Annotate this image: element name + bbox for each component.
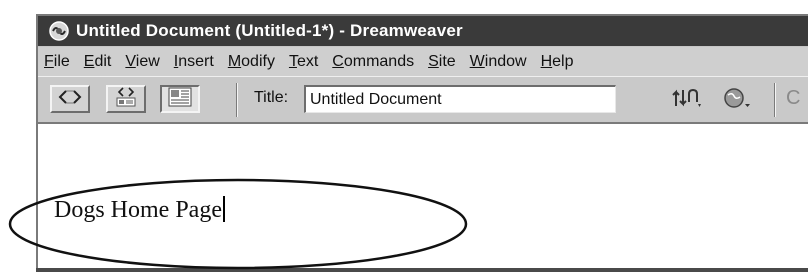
page-title-input[interactable] [304, 85, 616, 113]
file-management-icon [670, 86, 704, 115]
screenshot-page: Untitled Document (Untitled-1*) - Dreamw… [0, 0, 808, 272]
menu-mnemonic: C [332, 52, 344, 70]
menu-label-rest: dit [94, 52, 112, 70]
menu-item-edit[interactable]: Edit [84, 53, 112, 71]
title-field-label: Title: [254, 89, 289, 106]
menu-item-file[interactable]: File [44, 53, 70, 71]
menu-mnemonic: T [288, 52, 297, 70]
dreamweaver-logo-icon[interactable] [48, 20, 70, 42]
menu-item-insert[interactable]: Insert [174, 53, 214, 71]
menu-label-rest: iew [135, 52, 160, 70]
menu-label-rest: ile [53, 52, 70, 70]
design-view-button[interactable] [160, 85, 200, 113]
split-view-button[interactable] [106, 85, 146, 113]
menu-item-commands[interactable]: Commands [332, 53, 414, 71]
window-title: Untitled Document (Untitled-1*) - Dreamw… [76, 21, 463, 40]
code-and-design-view-icon [113, 86, 139, 113]
annotation-ellipse [8, 178, 468, 270]
refresh-button-partial[interactable]: C [786, 87, 800, 110]
menu-item-text[interactable]: Text [289, 53, 318, 71]
document-toolbar: Title: Untitled Document C [38, 76, 808, 122]
code-view-icon [57, 88, 83, 111]
code-view-button[interactable] [50, 85, 90, 113]
menu-label-rest: ommands [343, 52, 415, 70]
menu-item-view[interactable]: View [125, 53, 159, 71]
menu-mnemonic: V [125, 52, 136, 70]
menu-mnemonic: F [44, 52, 54, 70]
menu-label-rest: nsert [178, 52, 214, 70]
preview-in-browser-icon [722, 86, 752, 115]
design-view-icon [167, 86, 193, 113]
menu-item-modify[interactable]: Modify [228, 53, 275, 71]
menu-item-site[interactable]: Site [428, 53, 456, 71]
menu-mnemonic: S [428, 52, 439, 70]
menu-item-window[interactable]: Window [470, 53, 527, 71]
toolbar-separator [236, 83, 238, 117]
menu-mnemonic: E [83, 52, 95, 70]
menu-label-rest: odify [241, 52, 275, 70]
menu-bar: File Edit View Insert Modify Text Commands Site… [38, 47, 808, 76]
file-management-button[interactable] [670, 87, 704, 113]
menu-label-rest: ext [296, 52, 319, 70]
menu-mnemonic: W [469, 52, 485, 70]
menu-mnemonic: H [540, 52, 553, 70]
menu-item-help[interactable]: Help [541, 53, 574, 71]
toolbar-separator-2 [774, 83, 776, 117]
menu-label-rest: indow [484, 52, 527, 70]
menu-label-rest: ite [438, 52, 456, 70]
menu-label-rest: elp [552, 52, 574, 70]
preview-button[interactable] [722, 87, 752, 113]
title-bar[interactable]: Untitled Document (Untitled-1*) - Dreamw… [38, 16, 808, 46]
menu-mnemonic: M [227, 52, 242, 70]
